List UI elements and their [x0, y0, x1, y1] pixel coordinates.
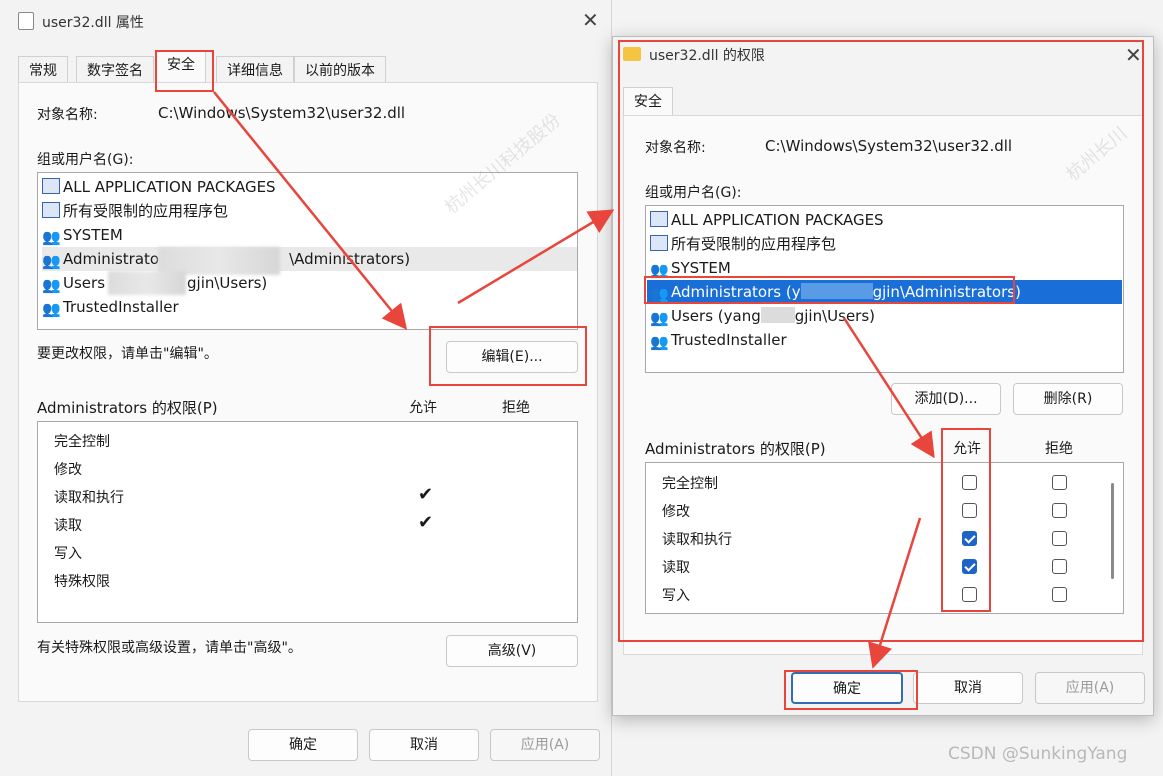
arrow-line — [457, 209, 615, 305]
arrow-line — [213, 91, 408, 330]
arrow-line — [842, 317, 935, 459]
annotation-arrows — [213, 91, 935, 669]
footer-credit: CSDN @SunkingYang — [948, 744, 1128, 764]
arrow-line — [868, 517, 922, 669]
